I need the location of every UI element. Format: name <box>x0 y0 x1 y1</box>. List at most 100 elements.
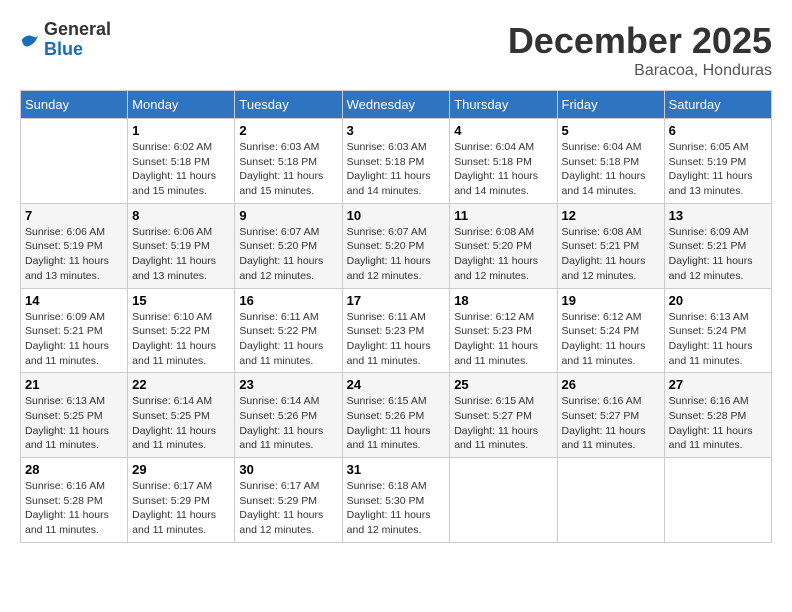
day-number: 23 <box>239 377 337 392</box>
calendar-cell: 22Sunrise: 6:14 AMSunset: 5:25 PMDayligh… <box>128 373 235 458</box>
day-number: 2 <box>239 123 337 138</box>
calendar-cell: 13 Sunrise: 6:09 AMSunset: 5:21 PMDayligh… <box>664 203 771 288</box>
day-info: Sunrise: 6:08 AMSunset: 5:21 PMDaylight:… <box>562 225 660 284</box>
day-number: 22 <box>132 377 230 392</box>
calendar-cell: 1 Sunrise: 6:02 AMSunset: 5:18 PMDaylight… <box>128 119 235 204</box>
calendar-cell <box>21 119 128 204</box>
day-info: Sunrise: 6:13 AMSunset: 5:24 PMDaylight:… <box>669 310 767 369</box>
day-number: 6 <box>669 123 767 138</box>
calendar-cell: 29 Sunrise: 6:17 AMSunset: 5:29 PMDayligh… <box>128 458 235 543</box>
day-info: Sunrise: 6:09 AMSunset: 5:21 PMDaylight:… <box>669 225 767 284</box>
calendar-cell: 8Sunrise: 6:06 AMSunset: 5:19 PMDaylight… <box>128 203 235 288</box>
logo-general: General <box>44 20 111 40</box>
calendar-week-row: 7 Sunrise: 6:06 AMSunset: 5:19 PMDaylight… <box>21 203 772 288</box>
day-number: 16 <box>239 293 337 308</box>
day-number: 15 <box>132 293 230 308</box>
calendar-cell: 12 Sunrise: 6:08 AMSunset: 5:21 PMDayligh… <box>557 203 664 288</box>
calendar-cell: 30 Sunrise: 6:17 AMSunset: 5:29 PMDayligh… <box>235 458 342 543</box>
calendar-cell: 23Sunrise: 6:14 AMSunset: 5:26 PMDayligh… <box>235 373 342 458</box>
calendar-cell: 10 Sunrise: 6:07 AMSunset: 5:20 PMDayligh… <box>342 203 450 288</box>
day-number: 10 <box>347 208 446 223</box>
logo-icon <box>20 30 40 50</box>
day-number: 26 <box>562 377 660 392</box>
day-info: Sunrise: 6:12 AMSunset: 5:24 PMDaylight:… <box>562 310 660 369</box>
day-number: 1 <box>132 123 230 138</box>
day-number: 7 <box>25 208 123 223</box>
day-info: Sunrise: 6:08 AMSunset: 5:20 PMDaylight:… <box>454 225 552 284</box>
calendar-cell: 28 Sunrise: 6:16 AMSunset: 5:28 PMDayligh… <box>21 458 128 543</box>
day-info: Sunrise: 6:16 AMSunset: 5:27 PMDaylight:… <box>562 394 660 453</box>
day-number: 8 <box>132 208 230 223</box>
day-number: 9 <box>239 208 337 223</box>
calendar-cell: 11 Sunrise: 6:08 AMSunset: 5:20 PMDayligh… <box>450 203 557 288</box>
calendar-day-header: Sunday <box>21 91 128 119</box>
day-info: Sunrise: 6:15 AMSunset: 5:26 PMDaylight:… <box>347 394 446 453</box>
logo-blue: Blue <box>44 40 111 60</box>
day-info: Sunrise: 6:05 AMSunset: 5:19 PMDaylight:… <box>669 140 767 199</box>
day-number: 13 <box>669 208 767 223</box>
day-number: 14 <box>25 293 123 308</box>
day-number: 29 <box>132 462 230 477</box>
day-number: 11 <box>454 208 552 223</box>
day-info: Sunrise: 6:02 AMSunset: 5:18 PMDaylight:… <box>132 140 230 199</box>
day-info: Sunrise: 6:15 AMSunset: 5:27 PMDaylight:… <box>454 394 552 453</box>
day-info: Sunrise: 6:12 AMSunset: 5:23 PMDaylight:… <box>454 310 552 369</box>
calendar-table: SundayMondayTuesdayWednesdayThursdayFrid… <box>20 90 772 543</box>
logo: General Blue <box>20 20 111 60</box>
day-number: 28 <box>25 462 123 477</box>
calendar-cell: 18Sunrise: 6:12 AMSunset: 5:23 PMDayligh… <box>450 288 557 373</box>
title-block: December 2025 Baracoa, Honduras <box>508 20 772 80</box>
day-info: Sunrise: 6:17 AMSunset: 5:29 PMDaylight:… <box>132 479 230 538</box>
calendar-cell <box>664 458 771 543</box>
day-info: Sunrise: 6:06 AMSunset: 5:19 PMDaylight:… <box>25 225 123 284</box>
day-info: Sunrise: 6:13 AMSunset: 5:25 PMDaylight:… <box>25 394 123 453</box>
day-info: Sunrise: 6:03 AMSunset: 5:18 PMDaylight:… <box>239 140 337 199</box>
calendar-day-header: Friday <box>557 91 664 119</box>
calendar-cell: 31 Sunrise: 6:18 AMSunset: 5:30 PMDayligh… <box>342 458 450 543</box>
day-info: Sunrise: 6:16 AMSunset: 5:28 PMDaylight:… <box>25 479 123 538</box>
calendar-cell <box>450 458 557 543</box>
day-number: 31 <box>347 462 446 477</box>
calendar-cell: 6 Sunrise: 6:05 AMSunset: 5:19 PMDaylight… <box>664 119 771 204</box>
logo-text: General Blue <box>44 20 111 60</box>
day-info: Sunrise: 6:18 AMSunset: 5:30 PMDaylight:… <box>347 479 446 538</box>
calendar-cell: 7 Sunrise: 6:06 AMSunset: 5:19 PMDaylight… <box>21 203 128 288</box>
calendar-cell: 26 Sunrise: 6:16 AMSunset: 5:27 PMDayligh… <box>557 373 664 458</box>
calendar-day-header: Tuesday <box>235 91 342 119</box>
day-info: Sunrise: 6:17 AMSunset: 5:29 PMDaylight:… <box>239 479 337 538</box>
calendar-cell: 2 Sunrise: 6:03 AMSunset: 5:18 PMDaylight… <box>235 119 342 204</box>
day-number: 25 <box>454 377 552 392</box>
day-number: 5 <box>562 123 660 138</box>
day-number: 30 <box>239 462 337 477</box>
calendar-cell: 9 Sunrise: 6:07 AMSunset: 5:20 PMDaylight… <box>235 203 342 288</box>
calendar-cell: 3Sunrise: 6:03 AMSunset: 5:18 PMDaylight… <box>342 119 450 204</box>
day-info: Sunrise: 6:04 AMSunset: 5:18 PMDaylight:… <box>454 140 552 199</box>
calendar-cell: 4Sunrise: 6:04 AMSunset: 5:18 PMDaylight… <box>450 119 557 204</box>
day-number: 12 <box>562 208 660 223</box>
day-number: 3 <box>347 123 446 138</box>
day-info: Sunrise: 6:04 AMSunset: 5:18 PMDaylight:… <box>562 140 660 199</box>
calendar-day-header: Saturday <box>664 91 771 119</box>
calendar-cell: 25 Sunrise: 6:15 AMSunset: 5:27 PMDayligh… <box>450 373 557 458</box>
calendar-cell <box>557 458 664 543</box>
day-info: Sunrise: 6:07 AMSunset: 5:20 PMDaylight:… <box>347 225 446 284</box>
day-info: Sunrise: 6:11 AMSunset: 5:23 PMDaylight:… <box>347 310 446 369</box>
day-number: 17 <box>347 293 446 308</box>
day-info: Sunrise: 6:16 AMSunset: 5:28 PMDaylight:… <box>669 394 767 453</box>
calendar-day-header: Wednesday <box>342 91 450 119</box>
calendar-header-row: SundayMondayTuesdayWednesdayThursdayFrid… <box>21 91 772 119</box>
page-header: General Blue December 2025 Baracoa, Hond… <box>20 20 772 80</box>
calendar-cell: 17 Sunrise: 6:11 AMSunset: 5:23 PMDayligh… <box>342 288 450 373</box>
day-number: 20 <box>669 293 767 308</box>
day-number: 27 <box>669 377 767 392</box>
calendar-week-row: 28 Sunrise: 6:16 AMSunset: 5:28 PMDayligh… <box>21 458 772 543</box>
day-info: Sunrise: 6:07 AMSunset: 5:20 PMDaylight:… <box>239 225 337 284</box>
calendar-cell: 24Sunrise: 6:15 AMSunset: 5:26 PMDayligh… <box>342 373 450 458</box>
calendar-day-header: Monday <box>128 91 235 119</box>
day-info: Sunrise: 6:11 AMSunset: 5:22 PMDaylight:… <box>239 310 337 369</box>
day-number: 19 <box>562 293 660 308</box>
calendar-cell: 15Sunrise: 6:10 AMSunset: 5:22 PMDayligh… <box>128 288 235 373</box>
calendar-day-header: Thursday <box>450 91 557 119</box>
day-info: Sunrise: 6:09 AMSunset: 5:21 PMDaylight:… <box>25 310 123 369</box>
day-number: 21 <box>25 377 123 392</box>
